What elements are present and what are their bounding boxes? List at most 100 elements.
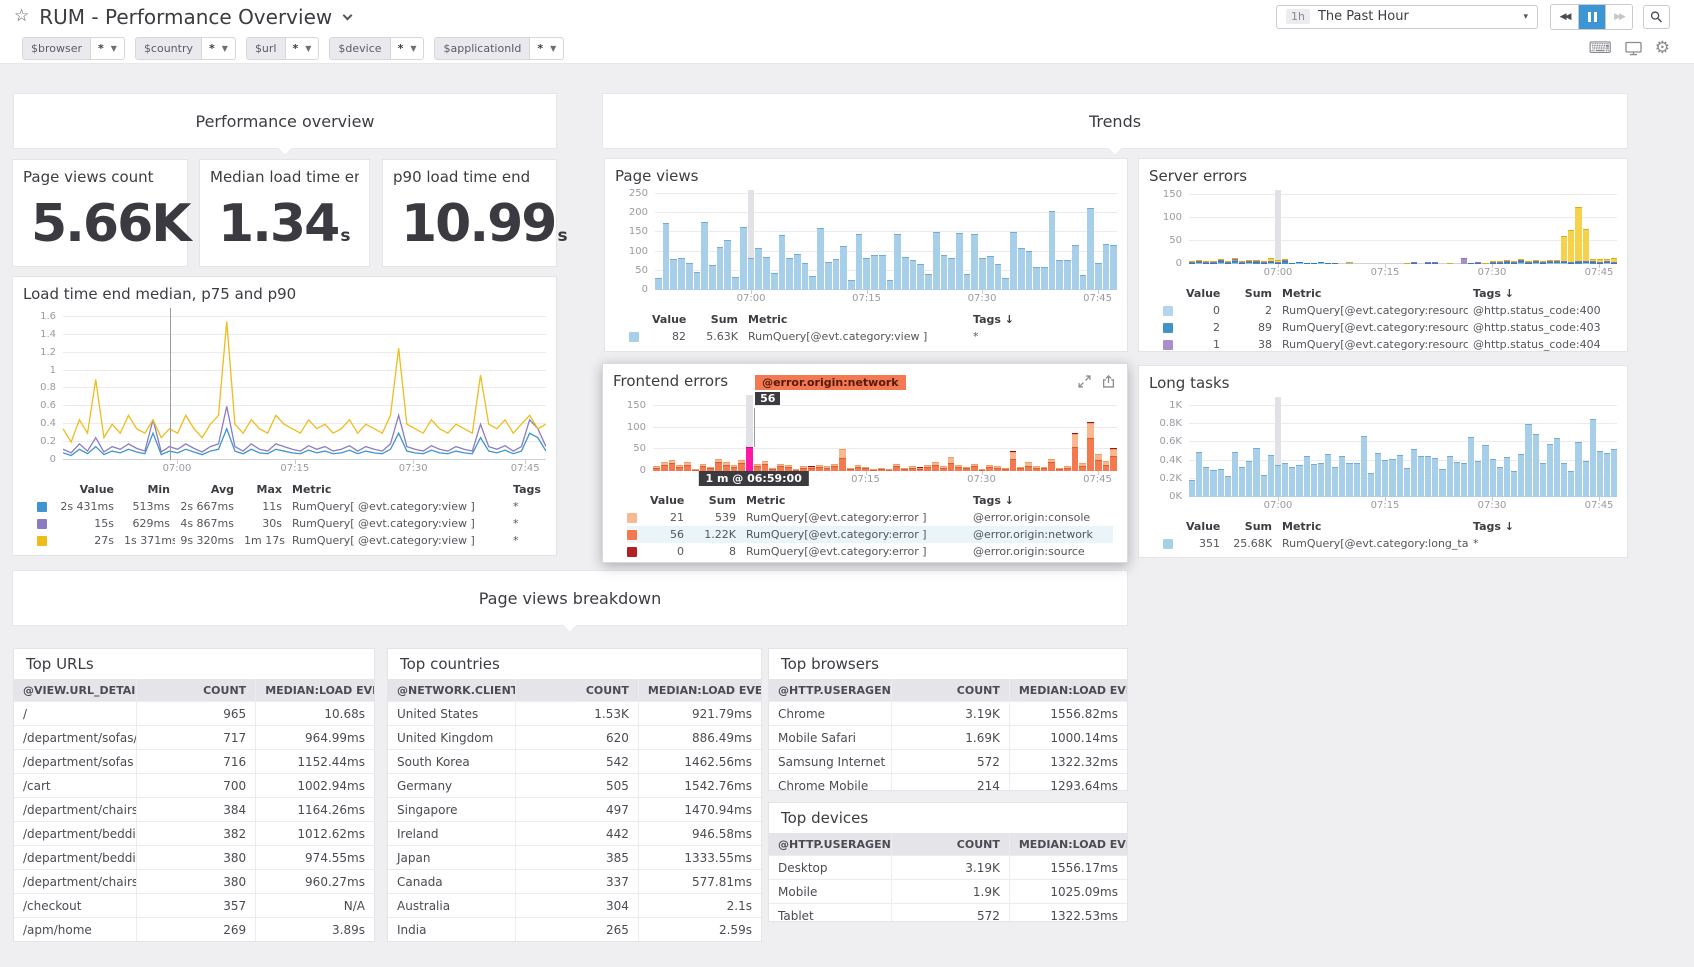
bar[interactable] — [686, 190, 693, 290]
bar[interactable] — [1110, 395, 1117, 471]
table-row[interactable]: /department/chairs3841164.26ms — [14, 797, 374, 821]
bar[interactable] — [1095, 395, 1102, 471]
bar[interactable] — [1554, 190, 1560, 264]
bar[interactable] — [1210, 190, 1216, 264]
bar[interactable] — [1461, 397, 1467, 497]
bar[interactable] — [1382, 397, 1388, 497]
bar[interactable] — [1072, 395, 1079, 471]
legend-column-header[interactable]: Metric — [743, 313, 968, 326]
bar[interactable] — [1404, 397, 1410, 497]
bar[interactable] — [902, 190, 909, 290]
legend-row[interactable]: 138RumQuery[@evt.category:resource @http… — [1163, 336, 1613, 353]
bar[interactable] — [856, 190, 863, 290]
bar[interactable] — [1189, 190, 1195, 264]
bar[interactable] — [1447, 397, 1453, 497]
table-column-header[interactable]: MEDIAN:LOAD EVENT — [255, 679, 374, 701]
bar[interactable] — [1253, 397, 1259, 497]
table-column-header[interactable]: @HTTP.USERAGENT_D — [769, 679, 891, 701]
table-row[interactable]: /cart7001002.94ms — [14, 773, 374, 797]
bar[interactable] — [979, 190, 986, 290]
bar[interactable] — [1404, 190, 1410, 264]
bar[interactable] — [1561, 190, 1567, 264]
widget-p90-load-time[interactable]: p90 load time end 10.99s — [382, 159, 557, 267]
bar[interactable] — [955, 395, 962, 471]
bar[interactable] — [817, 190, 824, 290]
bar[interactable] — [1604, 397, 1610, 497]
bar[interactable] — [1497, 190, 1503, 264]
bar[interactable] — [1432, 397, 1438, 497]
table-column-header[interactable]: COUNT — [891, 833, 1009, 855]
bar[interactable] — [847, 395, 854, 471]
bar[interactable] — [1511, 397, 1517, 497]
bar[interactable] — [771, 190, 778, 290]
bar[interactable] — [1332, 190, 1338, 264]
bar[interactable] — [893, 395, 900, 471]
forward-button[interactable]: ▶▶ — [1605, 5, 1632, 29]
bar[interactable] — [824, 395, 831, 471]
bar[interactable] — [1389, 397, 1395, 497]
bar[interactable] — [663, 190, 670, 290]
bar[interactable] — [1583, 397, 1589, 497]
table-row[interactable]: Australia3042.1s — [388, 893, 761, 917]
bar[interactable] — [839, 395, 846, 471]
variable-browser[interactable]: $browser * ▼ — [22, 37, 125, 60]
bar[interactable] — [738, 395, 745, 471]
keyboard-shortcuts-icon[interactable]: ⌨ — [1589, 40, 1612, 56]
table-row[interactable]: /department/bedding/p380974.55ms — [14, 845, 374, 869]
rewind-button[interactable]: ◀◀ — [1551, 5, 1578, 29]
bar[interactable] — [800, 395, 807, 471]
bar[interactable] — [932, 395, 939, 471]
variable-application-id[interactable]: $applicationId * ▼ — [434, 37, 564, 60]
bar[interactable] — [1361, 397, 1367, 497]
bar[interactable] — [678, 190, 685, 290]
table-row[interactable]: South Korea5421462.56ms — [388, 749, 761, 773]
bar[interactable] — [1282, 190, 1288, 264]
bar[interactable] — [1475, 190, 1481, 264]
bar[interactable] — [1041, 395, 1048, 471]
bar[interactable] — [963, 395, 970, 471]
legend-row[interactable]: 27s1s 371ms9s 320ms1m 17sRumQuery[ @evt.… — [37, 532, 542, 549]
bar[interactable] — [1239, 190, 1245, 264]
table-row[interactable]: Samsung Internet5721322.32ms — [769, 749, 1127, 773]
bar[interactable] — [1432, 190, 1438, 264]
bar[interactable] — [917, 190, 924, 290]
bar[interactable] — [1346, 397, 1352, 497]
bar[interactable] — [802, 190, 809, 290]
bar[interactable] — [1382, 190, 1388, 264]
bar[interactable] — [1561, 397, 1567, 497]
bar[interactable] — [1318, 190, 1324, 264]
pause-button[interactable] — [1578, 5, 1605, 29]
bar[interactable] — [676, 395, 683, 471]
bar[interactable] — [1604, 190, 1610, 264]
bar[interactable] — [808, 395, 815, 471]
table-row[interactable]: /department/bedding3821012.62ms — [14, 821, 374, 845]
widget-server-errors-chart[interactable]: Server errors 050100150 07:0007:1507:300… — [1138, 158, 1628, 352]
legend-column-header[interactable]: Metric — [1277, 520, 1468, 533]
bar[interactable] — [1504, 190, 1510, 264]
bar[interactable] — [1275, 190, 1281, 264]
group-page-views-breakdown[interactable]: Page views breakdown — [12, 570, 1128, 626]
bar[interactable] — [746, 395, 753, 471]
bar[interactable] — [1511, 190, 1517, 264]
table-row[interactable]: United States1.53K921.79ms — [388, 701, 761, 725]
bar[interactable] — [816, 395, 823, 471]
bar[interactable] — [1482, 190, 1488, 264]
favorite-star-icon[interactable]: ☆ — [14, 8, 29, 25]
table-column-header[interactable]: MEDIAN:LOAD EVENT — [1009, 833, 1127, 855]
bar[interactable] — [1490, 190, 1496, 264]
plot-area[interactable]: @error.origin:network 56 1 m @ 06:59:00 — [653, 395, 1117, 471]
group-performance-overview[interactable]: Performance overview — [13, 93, 557, 149]
bar[interactable] — [1018, 190, 1025, 290]
bar[interactable] — [870, 395, 877, 471]
bar[interactable] — [1368, 397, 1374, 497]
bar[interactable] — [707, 395, 714, 471]
bar[interactable] — [1590, 397, 1596, 497]
bar[interactable] — [1311, 397, 1317, 497]
bar[interactable] — [871, 190, 878, 290]
bar[interactable] — [1554, 397, 1560, 497]
bar[interactable] — [1482, 397, 1488, 497]
legend-column-header[interactable]: Sum — [1225, 287, 1277, 300]
bar[interactable] — [901, 395, 908, 471]
bar[interactable] — [1611, 397, 1617, 497]
bar[interactable] — [1026, 190, 1033, 290]
